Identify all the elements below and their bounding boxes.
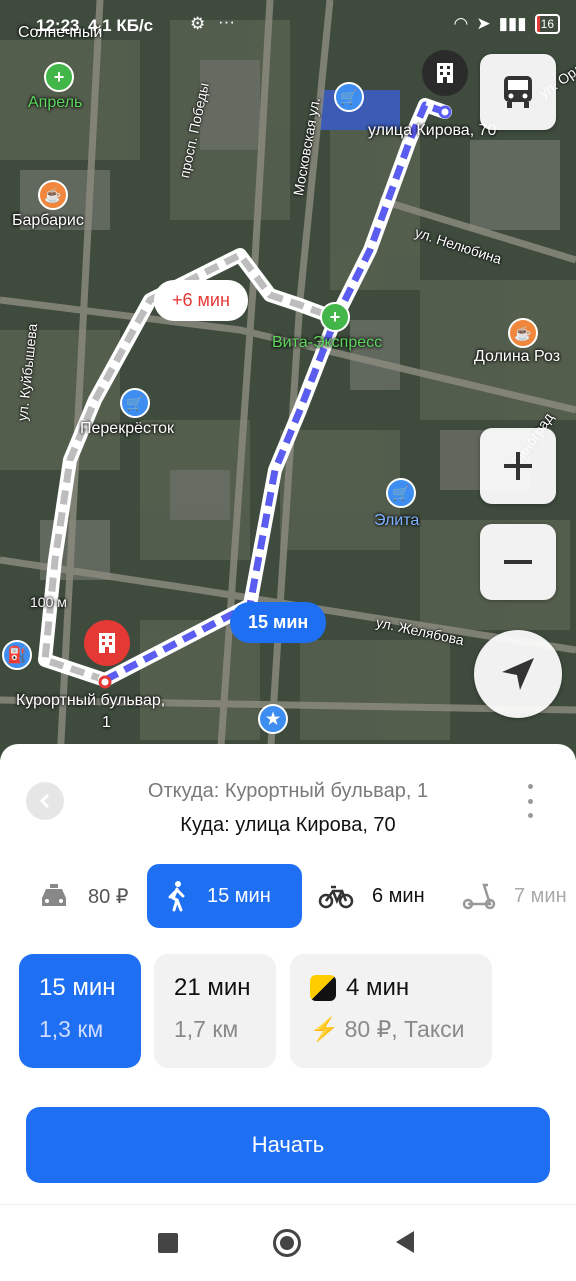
- transport-modes: 80 ₽ 15 мин 6 мин 7 мин: [0, 864, 576, 928]
- plus-icon: [504, 452, 532, 480]
- lightning-icon: ⚡: [310, 1016, 339, 1042]
- gas-station-icon[interactable]: ⛽: [2, 640, 32, 670]
- battery-icon: 16: [534, 14, 560, 34]
- origin-pin[interactable]: [84, 620, 130, 666]
- bike-icon: [318, 885, 354, 909]
- start-button[interactable]: Начать: [26, 1107, 550, 1183]
- mode-scooter-label: 7 мин: [514, 884, 567, 907]
- settings-gear-icon: ⚙: [190, 14, 206, 33]
- route-panel: Откуда: Курортный бульвар, 1 Куда: улица…: [0, 744, 576, 1204]
- recent-apps-button[interactable]: [158, 1233, 178, 1253]
- route-option-time: 4 мин: [346, 974, 410, 1001]
- route-option-time: 15 мин: [39, 974, 116, 1001]
- shop-basket-icon[interactable]: 🛒: [334, 82, 364, 112]
- route-option-distance: 1,3 км: [39, 1016, 104, 1042]
- yandex-taxi-icon: [310, 975, 336, 1001]
- label-dolina-roz: Долина Роз: [474, 348, 561, 365]
- location-arrow-icon: [502, 658, 534, 690]
- destination-pin[interactable]: [422, 50, 468, 96]
- label-aprel: Апрель: [28, 94, 83, 111]
- shop-basket-icon[interactable]: 🛒: [120, 388, 150, 418]
- my-location-button[interactable]: [474, 630, 562, 718]
- home-button[interactable]: [273, 1229, 301, 1257]
- label-kurortny-bulvar-num: 1: [102, 714, 111, 731]
- route-option-time: 21 мин: [174, 974, 251, 1001]
- label-perekrestok: Перекрёсток: [80, 420, 175, 437]
- route-option-2[interactable]: 21 мин 1,7 км: [154, 954, 276, 1068]
- label-vita-express: Вита-Экспресс: [272, 334, 383, 351]
- building-icon: [437, 63, 453, 83]
- mode-walk-label: 15 мин: [207, 884, 271, 907]
- car-icon: [42, 884, 66, 906]
- route-option-price: 80 ₽, Такси: [344, 1016, 465, 1042]
- back-nav-button[interactable]: [396, 1231, 414, 1253]
- mode-taxi-label: 80 ₽: [88, 885, 129, 908]
- route-from[interactable]: Откуда: Курортный бульвар, 1: [0, 780, 576, 803]
- home-icon: [280, 1236, 294, 1250]
- map-view[interactable]: + Апрель ☕ Барбарис 🛒 + Вита-Экспресс ☕ …: [0, 0, 576, 760]
- label-elita: Элита: [374, 512, 420, 529]
- zoom-in-button[interactable]: [480, 428, 556, 504]
- route-to[interactable]: Куда: улица Кирова, 70: [0, 814, 576, 837]
- transit-button[interactable]: [480, 54, 556, 130]
- signal-icon: ▮▮▮: [498, 14, 527, 33]
- alt-route-time-bubble[interactable]: +6 мин: [154, 280, 248, 321]
- pharmacy-icon[interactable]: +: [320, 302, 350, 332]
- label-barbaris: Барбарис: [12, 212, 84, 229]
- more-dots-icon: ···: [218, 12, 235, 31]
- wifi-icon: ◠: [453, 14, 469, 33]
- scooter-icon: [462, 883, 496, 910]
- mode-taxi[interactable]: 80 ₽: [38, 864, 129, 928]
- system-nav-bar: [0, 1204, 576, 1281]
- zoom-out-button[interactable]: [480, 524, 556, 600]
- cafe-icon[interactable]: ☕: [508, 318, 538, 348]
- cafe-icon[interactable]: ☕: [38, 180, 68, 210]
- route-option-taxi[interactable]: 4 мин ⚡ 80 ₽, Такси: [290, 954, 492, 1068]
- label-ulitsa-kirova: улица Кирова, 70: [368, 122, 497, 139]
- mode-bike[interactable]: 6 мин: [318, 864, 425, 928]
- label-kurortny-bulvar: Курортный бульвар,: [16, 692, 166, 709]
- main-route-time-bubble[interactable]: 15 мин: [230, 602, 327, 643]
- minus-icon: [504, 560, 532, 564]
- mode-walk[interactable]: 15 мин: [147, 864, 302, 928]
- pharmacy-icon[interactable]: +: [44, 62, 74, 92]
- status-time: 12:23: [36, 16, 80, 35]
- walk-icon: [168, 881, 185, 912]
- battery-level: [536, 16, 541, 32]
- building-icon: [99, 633, 115, 653]
- mode-bike-label: 6 мин: [372, 884, 425, 907]
- sports-icon[interactable]: ★: [258, 704, 288, 734]
- bus-icon: [504, 76, 532, 108]
- more-options-button[interactable]: [520, 784, 540, 818]
- map-scale: 100 м: [30, 594, 67, 610]
- route-options: 15 мин 1,3 км 21 мин 1,7 км 4 мин ⚡ 80 ₽…: [0, 954, 576, 1070]
- shop-basket-icon[interactable]: 🛒: [386, 478, 416, 508]
- mode-scooter[interactable]: 7 мин: [462, 864, 567, 928]
- location-icon: ➤: [476, 14, 491, 33]
- route-option-distance: 1,7 км: [174, 1016, 239, 1042]
- route-option-1[interactable]: 15 мин 1,3 км: [19, 954, 141, 1068]
- status-bar: 12:23 4,1 КБ/с ⚙ ··· ◠ ➤ ▮▮▮ 16: [0, 0, 576, 56]
- status-network-speed: 4,1 КБ/с: [88, 16, 154, 35]
